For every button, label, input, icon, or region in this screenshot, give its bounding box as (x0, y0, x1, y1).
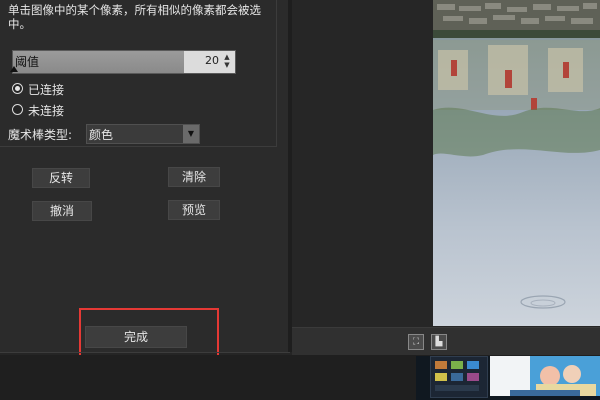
undo-button[interactable]: 撤消 (32, 201, 92, 221)
invert-button[interactable]: 反转 (32, 168, 90, 188)
wand-type-select[interactable]: 颜色 ▼ (86, 124, 200, 144)
thumbnail-photo[interactable] (490, 356, 600, 396)
radio-connected[interactable]: 已连接 (12, 81, 142, 97)
fit-screen-icon[interactable]: ⛶ (408, 334, 424, 350)
clear-button[interactable]: 清除 (168, 167, 220, 187)
reflection-photo (433, 0, 600, 326)
magic-wand-options-box: 单击图像中的某个像素，所有相似的像素都会被选中。 阈值 20 ▲ ▼ 已连接 未连… (0, 0, 277, 147)
thumbnail-project[interactable] (430, 356, 488, 398)
threshold-slider[interactable]: 阈值 20 ▲ ▼ (12, 50, 236, 74)
thumbnail-photo-image (490, 356, 600, 396)
radio-unchecked-icon[interactable] (12, 104, 23, 115)
dropdown-arrow-icon[interactable]: ▼ (183, 125, 199, 143)
instruction-text: 单击图像中的某个像素，所有相似的像素都会被选中。 (8, 3, 261, 31)
wand-type-value: 颜色 (89, 128, 114, 142)
histogram-icon[interactable]: ▙ (431, 334, 447, 350)
threshold-label: 阈值 (15, 55, 40, 69)
preview-button[interactable]: 预览 (168, 200, 220, 220)
wand-type-label: 魔术棒类型: (8, 128, 73, 142)
threshold-value[interactable]: 20 (189, 54, 219, 67)
radio-not-connected[interactable]: 未连接 (12, 102, 142, 118)
panel-divider-line (0, 352, 290, 353)
stepper-icon[interactable]: ▲ ▼ (221, 53, 233, 71)
slider-marker-icon[interactable] (10, 66, 18, 72)
radio-checked-icon[interactable] (12, 83, 23, 94)
done-button[interactable]: 完成 (85, 326, 187, 348)
radio-not-connected-label: 未连接 (28, 104, 65, 118)
thumbnail-grid-image (435, 361, 479, 391)
radio-connected-label: 已连接 (28, 83, 65, 97)
preview-image[interactable] (433, 0, 600, 326)
